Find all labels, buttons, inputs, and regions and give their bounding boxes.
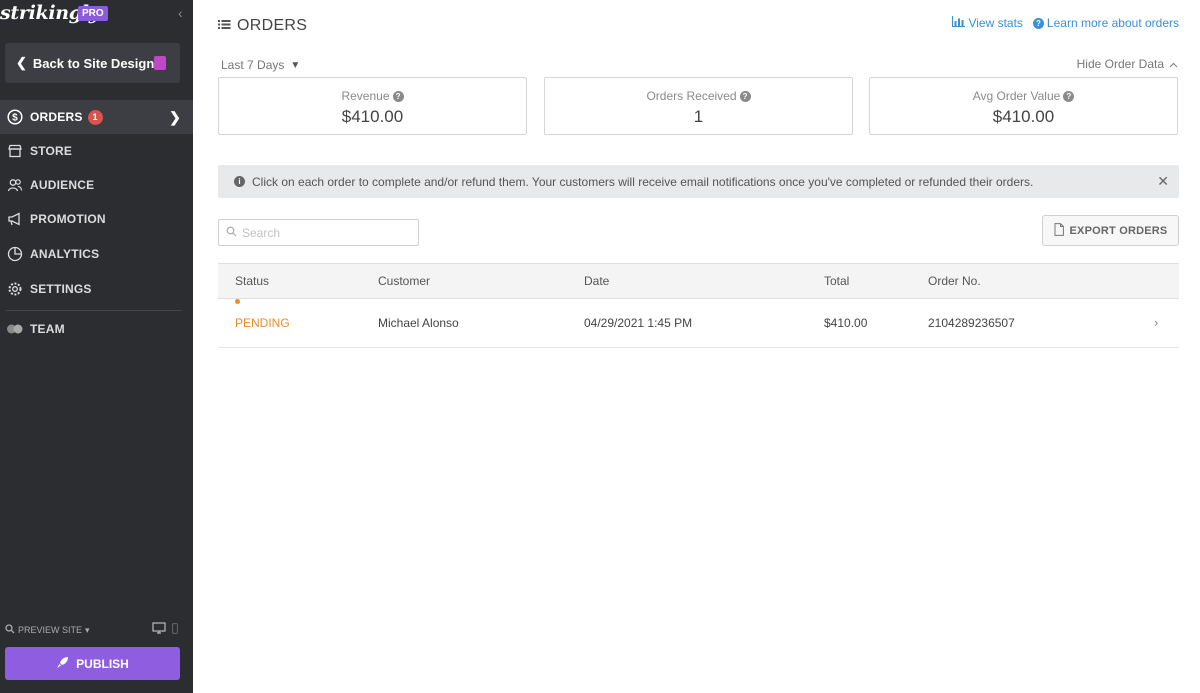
collapse-sidebar-icon[interactable]: ‹: [178, 5, 183, 21]
sidebar-item-label: STORE: [30, 144, 73, 158]
export-orders-button[interactable]: EXPORT ORDERS: [1042, 215, 1179, 246]
customer-name: Michael Alonso: [378, 316, 459, 330]
learn-more-link[interactable]: ? Learn more about orders: [1032, 16, 1179, 30]
dollar-circle-icon: $: [6, 108, 24, 126]
sidebar-item-orders[interactable]: $ ORDERS 1 ❯: [0, 100, 193, 134]
status-text: PENDING: [235, 316, 290, 330]
learn-more-label: Learn more about orders: [1046, 16, 1179, 30]
search-box: [218, 219, 419, 246]
view-stats-label: View stats: [968, 16, 1023, 30]
megaphone-icon: [6, 210, 24, 228]
sidebar-item-analytics[interactable]: ANALYTICS: [0, 237, 193, 271]
sidebar-item-label: ORDERS: [30, 110, 83, 124]
pie-chart-icon: [6, 245, 24, 263]
list-icon: [218, 17, 231, 35]
stat-label: Orders Received ?: [545, 89, 852, 103]
stat-label-text: Orders Received: [646, 89, 737, 103]
publish-button[interactable]: PUBLISH: [5, 647, 180, 680]
column-header-order-no[interactable]: Order No.: [928, 264, 981, 298]
chevron-right-icon: ❯: [169, 109, 181, 125]
close-icon[interactable]: ✕: [1157, 173, 1169, 190]
search-input[interactable]: [242, 225, 402, 240]
view-stats-link[interactable]: View stats: [952, 16, 1023, 30]
store-icon: [6, 142, 24, 160]
team-icon: [6, 320, 24, 338]
stat-label: Avg Order Value ?: [870, 89, 1177, 103]
date-range-value: Last 7 Days: [221, 58, 285, 72]
nav-divider: [6, 310, 182, 311]
sidebar-item-label: ANALYTICS: [30, 247, 100, 261]
publish-label: PUBLISH: [76, 656, 129, 671]
page-title-text: ORDERS: [237, 17, 308, 34]
order-total: $410.00: [824, 316, 868, 330]
mobile-icon[interactable]: [172, 622, 178, 636]
document-icon: [1054, 222, 1064, 239]
sidebar-item-label: AUDIENCE: [30, 178, 95, 192]
main-content: ORDERS View stats ? Learn more about ord…: [193, 0, 1200, 693]
pro-badge: PRO: [78, 6, 108, 21]
svg-text:$: $: [12, 113, 18, 124]
hide-order-data-label: Hide Order Data: [1076, 57, 1164, 71]
caret-down-icon: ▼: [290, 59, 301, 71]
search-icon: [5, 624, 15, 636]
hide-order-data-toggle[interactable]: Hide Order Data: [1077, 57, 1178, 71]
stat-card-orders-received: Orders Received ? 1: [544, 77, 853, 135]
sidebar-item-label: PROMOTION: [30, 212, 106, 226]
stat-value: $410.00: [992, 107, 1055, 126]
stat-label: Revenue ?: [219, 89, 526, 103]
date-range-dropdown[interactable]: Last 7 Days ▼: [221, 58, 300, 72]
column-header-customer[interactable]: Customer: [378, 264, 430, 298]
back-to-site-design-button[interactable]: ❮ Back to Site Design: [5, 43, 180, 83]
column-header-total[interactable]: Total: [824, 264, 849, 298]
chevron-left-icon: ❮: [16, 55, 27, 70]
column-header-date[interactable]: Date: [584, 264, 609, 298]
order-number: 2104289236507: [928, 316, 1015, 330]
orders-table-header: Status Customer Date Total Order No.: [218, 263, 1179, 299]
help-icon[interactable]: ?: [739, 90, 751, 102]
chevron-up-icon: [1169, 57, 1178, 71]
caret-down-icon: ▾: [85, 624, 90, 635]
help-icon: ?: [1032, 17, 1044, 29]
back-label: Back to Site Design: [32, 55, 155, 71]
sidebar-item-audience[interactable]: AUDIENCE: [0, 168, 193, 202]
stat-value: 1: [693, 107, 704, 126]
logo-row: strikingly PRO ‹: [0, 0, 193, 30]
sidebar-item-label: SETTINGS: [30, 282, 92, 296]
help-icon[interactable]: ?: [1063, 90, 1075, 102]
sidebar-item-promotion[interactable]: PROMOTION: [0, 202, 193, 236]
stat-value: $410.00: [341, 107, 404, 126]
column-header-status[interactable]: Status: [235, 264, 269, 298]
help-icon[interactable]: ?: [392, 90, 404, 102]
info-icon: i: [234, 176, 245, 187]
stat-label-text: Revenue: [341, 89, 390, 103]
chevron-right-icon: ›: [1154, 315, 1159, 330]
stat-card-revenue: Revenue ? $410.00: [218, 77, 527, 135]
audience-icon: [6, 176, 24, 194]
gear-icon: [6, 280, 24, 298]
site-design-icon: [154, 56, 166, 70]
preview-site-button[interactable]: PREVIEW SITE: [18, 625, 82, 635]
sidebar-item-store[interactable]: STORE: [0, 134, 193, 168]
info-banner: i Click on each order to complete and/or…: [218, 165, 1179, 198]
sidebar-item-team[interactable]: TEAM: [0, 312, 193, 346]
export-orders-label: EXPORT ORDERS: [1069, 224, 1168, 237]
info-message: Click on each order to complete and/or r…: [252, 174, 1034, 189]
rocket-icon: [56, 656, 69, 672]
orders-count-badge: 1: [87, 109, 103, 125]
sidebar-item-settings[interactable]: SETTINGS: [0, 272, 193, 306]
search-icon: [226, 224, 237, 242]
sidebar-item-label: TEAM: [30, 322, 65, 336]
table-row[interactable]: PENDING Michael Alonso 04/29/2021 1:45 P…: [218, 299, 1179, 348]
sidebar: strikingly PRO ‹ ❮ Back to Site Design $…: [0, 0, 193, 693]
header-links: View stats ? Learn more about orders: [952, 16, 1179, 30]
desktop-icon[interactable]: [152, 622, 166, 636]
device-toggle: [152, 622, 178, 636]
preview-site-row: PREVIEW SITE ▾: [5, 620, 180, 640]
stat-label-text: Avg Order Value: [972, 89, 1061, 103]
stat-card-avg-order-value: Avg Order Value ? $410.00: [869, 77, 1178, 135]
order-date: 04/29/2021 1:45 PM: [584, 316, 693, 330]
page-title: ORDERS: [218, 17, 307, 35]
bar-chart-icon: [952, 16, 966, 30]
